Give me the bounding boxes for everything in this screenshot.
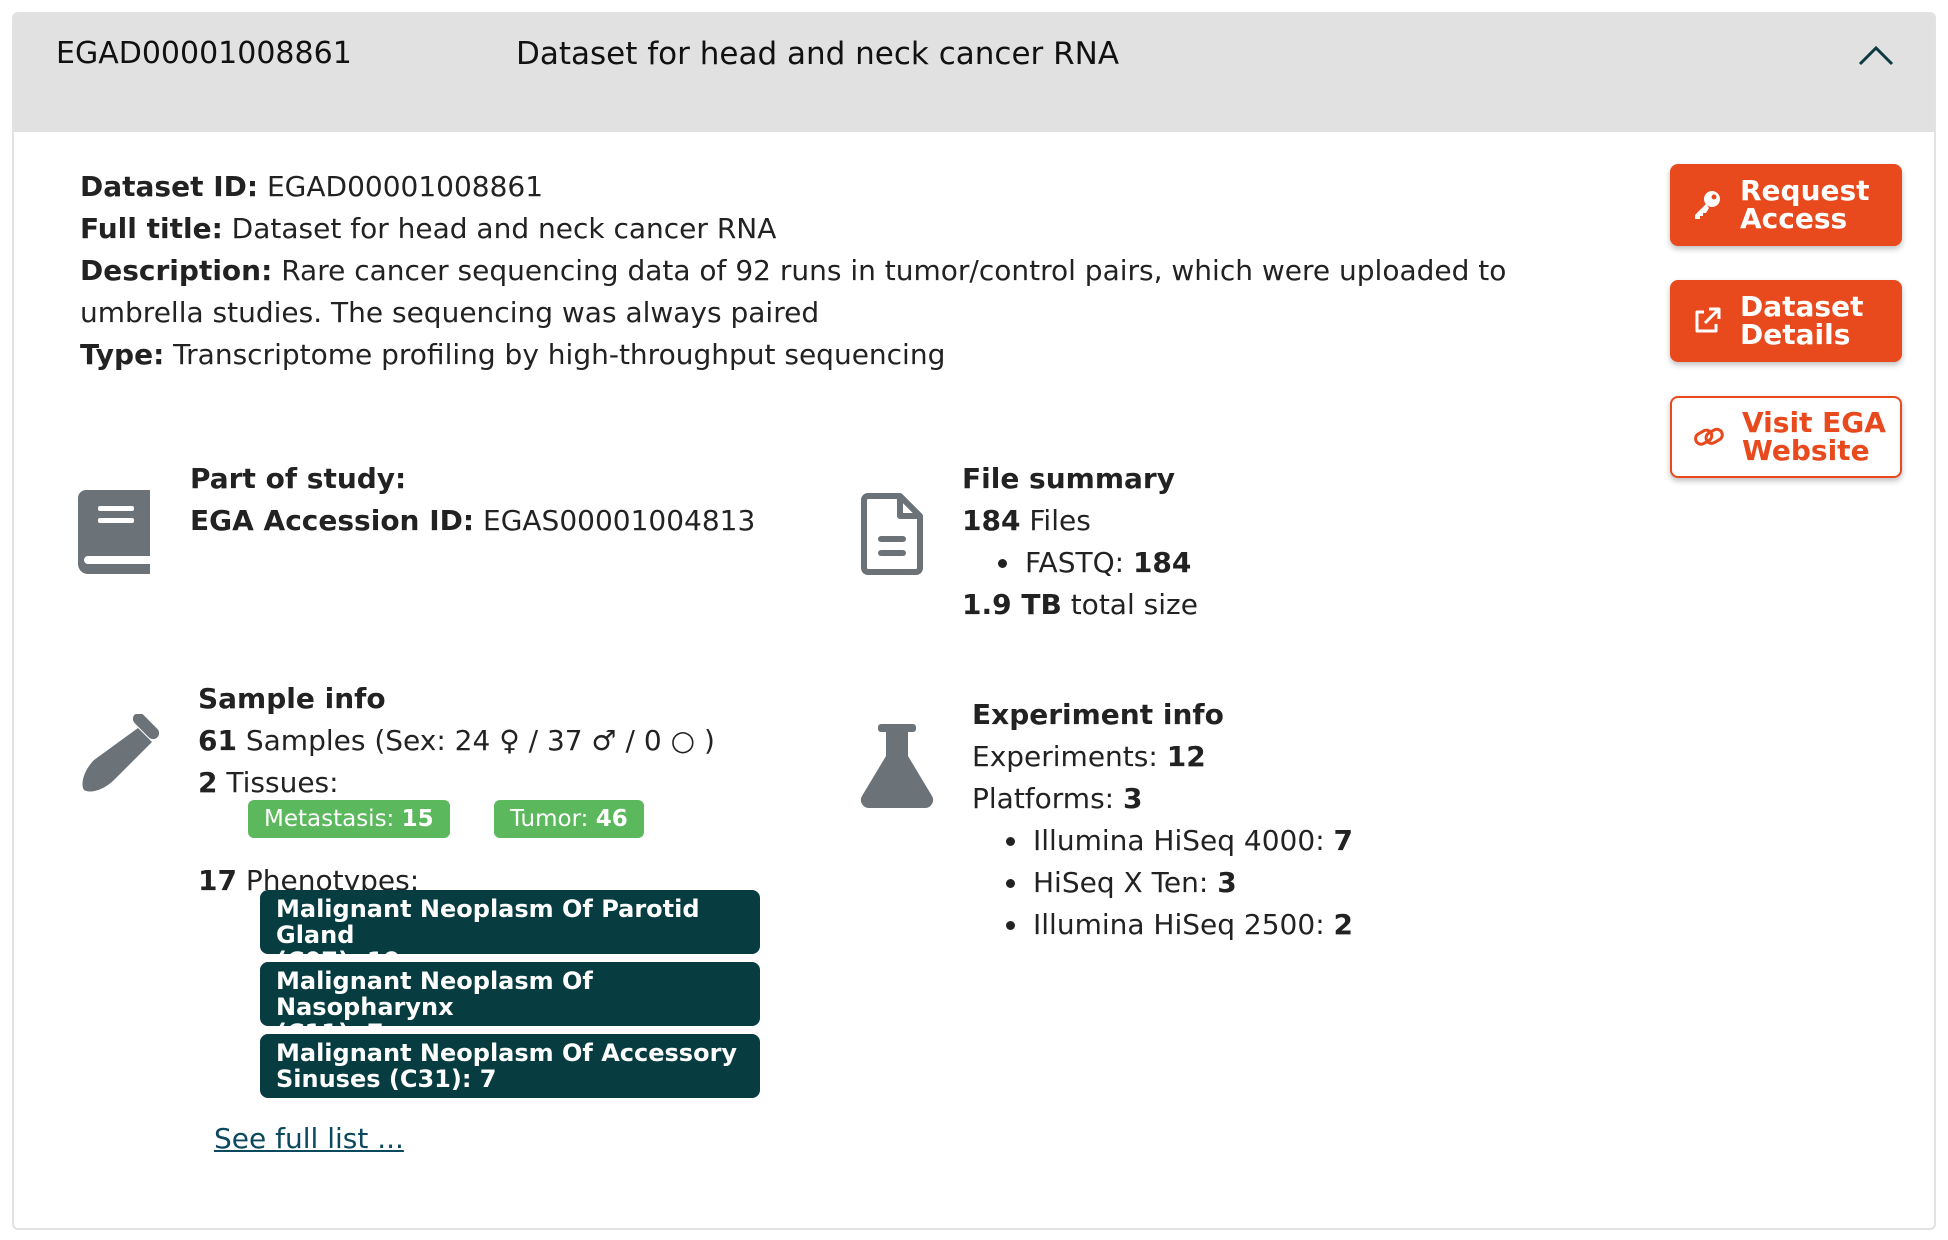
description-row: Description: Rare cancer sequencing data… <box>80 250 1620 334</box>
experiments-count: 12 <box>1166 740 1206 773</box>
link-icon <box>1694 427 1724 446</box>
file-count: 184 <box>962 504 1021 537</box>
type-label: Type: <box>80 338 165 371</box>
test-tube-icon <box>82 714 160 792</box>
phenotype-count: 7 <box>479 1065 497 1093</box>
tissue-badge-count: 46 <box>595 806 628 832</box>
file-size: 1.9 TB <box>962 588 1062 621</box>
file-format-count: 184 <box>1132 546 1192 579</box>
chevron-up-icon[interactable] <box>1856 40 1896 70</box>
platforms-label: Platforms: <box>972 782 1115 815</box>
tissue-badge: Metastasis: 15 <box>248 800 450 838</box>
platform-count: 2 <box>1333 908 1354 941</box>
phenotype-badge: Malignant Neoplasm Of Parotid Gland (C07… <box>260 890 760 974</box>
tissues-row: 2 Tissues: <box>198 762 715 804</box>
bullet-dot <box>998 558 1007 568</box>
visit-ega-website-label: Visit EGA Website <box>1742 406 1886 467</box>
visit-ega-website-button[interactable]: Visit EGA Website <box>1670 396 1902 478</box>
unknown-sex-icon: ○ <box>670 724 696 757</box>
tissue-badge-label: Tumor: <box>510 806 589 832</box>
experiments-label: Experiments: <box>972 740 1158 773</box>
dataset-details: Dataset ID: EGAD00001008861 Full title: … <box>80 166 1620 376</box>
sample-sex-prefix: Samples (Sex: 24 <box>245 724 491 757</box>
full-title-label: Full title: <box>80 212 223 245</box>
request-access-button[interactable]: Request Access <box>1670 164 1902 246</box>
phenotype-badge: Malignant Neoplasm Of Nasopharynx (C11):… <box>260 962 760 1046</box>
sample-count-row: 61 Samples (Sex: 24 ♀ / 37 ♂ / 0 ○ ) <box>198 720 715 762</box>
platform-label: Illumina HiSeq 4000: <box>1033 824 1325 857</box>
experiment-info-section: Experiment info Experiments: 12 Platform… <box>972 694 1353 946</box>
file-icon <box>861 493 923 575</box>
tissue-badge: Tumor: 46 <box>494 800 644 838</box>
study-accession-value: EGAS00001004813 <box>483 504 756 537</box>
dataset-details-label: Dataset Details <box>1740 290 1864 351</box>
female-icon: ♀ <box>499 724 520 757</box>
dataset-id-label: Dataset ID: <box>80 170 259 203</box>
platform-item: HiSeq X Ten: 3 <box>972 862 1353 904</box>
experiment-info-heading: Experiment info <box>972 698 1224 731</box>
file-count-row: 184 Files <box>962 500 1198 542</box>
platform-label: Illumina HiSeq 2500: <box>1033 908 1325 941</box>
phenotype-name: Malignant Neoplasm Of Accessory <box>276 1039 738 1067</box>
platform-label: HiSeq X Ten: <box>1033 866 1209 899</box>
phenotype-code: Sinuses (C31): <box>276 1065 472 1093</box>
platforms-count: 3 <box>1123 782 1143 815</box>
experiments-row: Experiments: 12 <box>972 736 1353 778</box>
phenotype-name: Malignant Neoplasm Of Nasopharynx <box>276 967 593 1021</box>
study-accession-row: EGA Accession ID: EGAS00001004813 <box>190 500 755 542</box>
sample-sex-end: / 0 <box>625 724 662 757</box>
sample-sex-close: ) <box>703 724 715 757</box>
file-size-row: 1.9 TB total size <box>962 584 1198 626</box>
sample-sex-mid: / 37 <box>528 724 583 757</box>
tissues-label: Tissues: <box>226 766 339 799</box>
sample-info-section: Sample info 61 Samples (Sex: 24 ♀ / 37 ♂… <box>198 678 715 804</box>
platform-count: 3 <box>1217 866 1237 899</box>
type-value: Transcriptome profiling by high-throughp… <box>173 338 946 371</box>
phenotypes-count: 17 <box>198 864 237 897</box>
platform-count: 7 <box>1333 824 1354 857</box>
full-title-value: Dataset for head and neck cancer RNA <box>231 212 777 245</box>
phenotype-name: Malignant Neoplasm Of Parotid Gland <box>276 895 700 949</box>
dataset-id-row: Dataset ID: EGAD00001008861 <box>80 166 1620 208</box>
bullet-dot <box>1006 836 1015 846</box>
male-icon: ♂ <box>591 724 617 757</box>
header-dataset-id: EGAD00001008861 <box>56 36 352 71</box>
sample-count: 61 <box>198 724 237 757</box>
description-label: Description: <box>80 254 273 287</box>
full-title-row: Full title: Dataset for head and neck ca… <box>80 208 1620 250</box>
see-full-list-link[interactable]: See full list ... <box>214 1122 404 1155</box>
file-format-label: FASTQ: <box>1025 546 1125 579</box>
key-icon <box>1695 191 1720 219</box>
sample-info-heading: Sample info <box>198 682 386 715</box>
type-row: Type: Transcriptome profiling by high-th… <box>80 334 1620 376</box>
file-count-suffix: Files <box>1029 504 1091 537</box>
dataset-id-value: EGAD00001008861 <box>266 170 544 203</box>
header-dataset-title: Dataset for head and neck cancer RNA <box>516 36 1120 72</box>
dataset-card-header[interactable]: EGAD00001008861 Dataset for head and nec… <box>14 14 1934 132</box>
study-section: Part of study: EGA Accession ID: EGAS000… <box>190 458 755 542</box>
platform-item: Illumina HiSeq 2500: 2 <box>972 904 1353 946</box>
dataset-card: EGAD00001008861 Dataset for head and nec… <box>12 12 1936 1230</box>
dataset-details-button[interactable]: Dataset Details <box>1670 280 1902 362</box>
request-access-label: Request Access <box>1740 174 1870 235</box>
tissue-badge-count: 15 <box>401 806 434 832</box>
file-format-item: FASTQ: 184 <box>962 542 1198 584</box>
tissues-count: 2 <box>198 766 218 799</box>
platforms-row: Platforms: 3 <box>972 778 1353 820</box>
file-summary-heading: File summary <box>962 462 1175 495</box>
file-summary-section: File summary 184 Files FASTQ: 184 1.9 TB… <box>962 458 1198 626</box>
bullet-dot <box>1006 878 1015 888</box>
bullet-dot <box>1006 920 1015 930</box>
book-icon <box>78 490 150 574</box>
description-value: Rare cancer sequencing data of 92 runs i… <box>80 254 1507 329</box>
flask-icon <box>860 724 934 808</box>
platform-item: Illumina HiSeq 4000: 7 <box>972 820 1353 862</box>
external-link-icon <box>1695 307 1721 333</box>
study-accession-label: EGA Accession ID: <box>190 504 475 537</box>
phenotype-badge: Malignant Neoplasm Of Accessory Sinuses … <box>260 1034 760 1098</box>
file-size-suffix: total size <box>1070 588 1198 621</box>
study-heading: Part of study: <box>190 462 407 495</box>
tissue-badge-label: Metastasis: <box>264 806 395 832</box>
